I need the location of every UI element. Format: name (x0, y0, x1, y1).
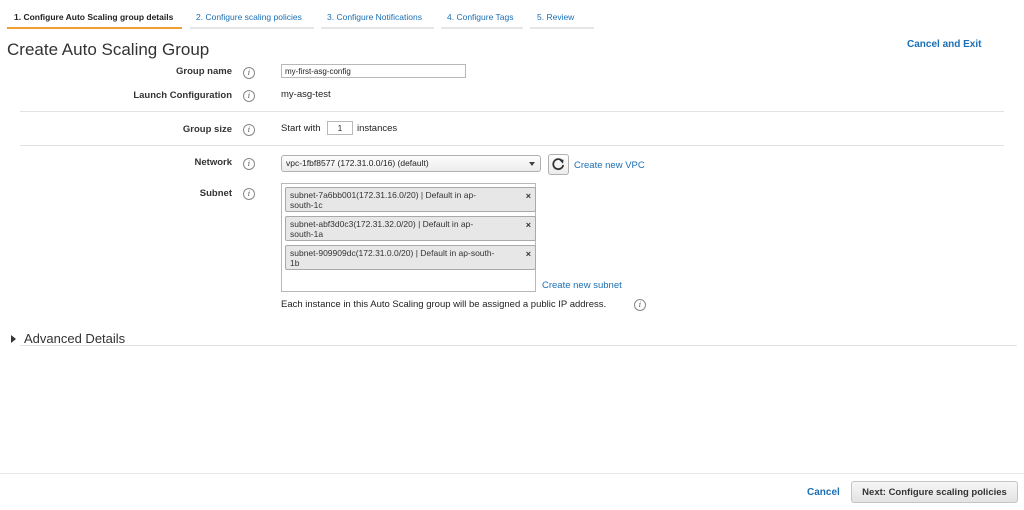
cancel-button[interactable]: Cancel (807, 487, 840, 498)
tab-underline (321, 27, 434, 29)
page-title: Create Auto Scaling Group (7, 40, 210, 59)
advanced-details-toggle[interactable]: Advanced Details (24, 331, 125, 346)
wizard-tabs: 1. Configure Auto Scaling group details … (0, 0, 1024, 30)
group-name-input[interactable] (281, 64, 466, 78)
divider (20, 145, 1004, 146)
tab-active-underline (7, 27, 182, 29)
group-size-prefix: Start with (281, 123, 321, 134)
network-select[interactable]: vpc-1fbf8577 (172.31.0.0/16) (default) (281, 155, 541, 172)
group-name-label: Group name (176, 66, 232, 77)
next-configure-scaling-policies-button[interactable]: Next: Configure scaling policies (851, 481, 1018, 503)
remove-subnet-icon[interactable]: × (526, 249, 531, 259)
caret-right-icon[interactable] (11, 335, 16, 343)
subnet-chip-text: subnet-7a6bb001(172.31.16.0/20) | Defaul… (290, 190, 477, 200)
subnet-chip-text: 1b (290, 258, 300, 268)
tab-configure-tags[interactable]: 4. Configure Tags (447, 12, 513, 22)
tab-configure-notifications[interactable]: 3. Configure Notifications (327, 12, 422, 22)
subnet-chip-text: south-1a (290, 229, 324, 239)
subnet-chip-text: subnet-abf3d0c3(172.31.32.0/20) | Defaul… (290, 219, 474, 229)
tab-underline (530, 27, 594, 29)
subnet-chip: subnet-abf3d0c3(172.31.32.0/20) | Defaul… (285, 216, 536, 241)
launch-configuration-label: Launch Configuration (133, 90, 232, 101)
refresh-icon (552, 158, 565, 171)
group-size-label: Group size (182, 124, 232, 135)
group-size-input[interactable] (327, 121, 353, 135)
refresh-button[interactable] (548, 154, 569, 175)
chevron-down-icon (529, 162, 535, 166)
divider (20, 345, 1017, 346)
tab-review[interactable]: 5. Review (537, 12, 574, 22)
subnet-chip-text: subnet-909909dc(172.31.0.0/20) | Default… (290, 248, 495, 258)
network-selected-value: vpc-1fbf8577 (172.31.0.0/16) (default) (286, 158, 429, 168)
subnet-label: Subnet (199, 188, 232, 199)
network-label: Network (194, 157, 232, 168)
subnet-chip: subnet-7a6bb001(172.31.16.0/20) | Defaul… (285, 187, 536, 212)
divider (20, 111, 1004, 112)
remove-subnet-icon[interactable]: × (526, 220, 531, 230)
public-ip-info-icon[interactable]: i (634, 299, 646, 311)
public-ip-note: Each instance in this Auto Scaling group… (281, 299, 607, 310)
remove-subnet-icon[interactable]: × (526, 191, 531, 201)
group-size-info-icon[interactable]: i (243, 124, 255, 136)
tab-configure-scaling-policies[interactable]: 2. Configure scaling policies (196, 12, 302, 22)
subnet-info-icon[interactable]: i (243, 188, 255, 200)
cancel-and-exit-link[interactable]: Cancel and Exit (907, 39, 981, 50)
subnet-multiselect[interactable]: subnet-7a6bb001(172.31.16.0/20) | Defaul… (281, 183, 536, 292)
tab-configure-group-details[interactable]: 1. Configure Auto Scaling group details (14, 12, 173, 22)
subnet-chip-text: south-1c (290, 200, 323, 210)
footer-divider (0, 473, 1024, 474)
group-name-info-icon[interactable]: i (243, 67, 255, 79)
create-new-vpc-link[interactable]: Create new VPC (574, 160, 645, 171)
tab-underline (190, 27, 314, 29)
network-info-icon[interactable]: i (243, 158, 255, 170)
launch-configuration-value: my-asg-test (281, 89, 331, 100)
tab-underline (441, 27, 523, 29)
create-new-subnet-link[interactable]: Create new subnet (542, 280, 622, 291)
subnet-chip: subnet-909909dc(172.31.0.0/20) | Default… (285, 245, 536, 270)
group-size-suffix: instances (357, 123, 398, 134)
launch-configuration-info-icon[interactable]: i (243, 90, 255, 102)
